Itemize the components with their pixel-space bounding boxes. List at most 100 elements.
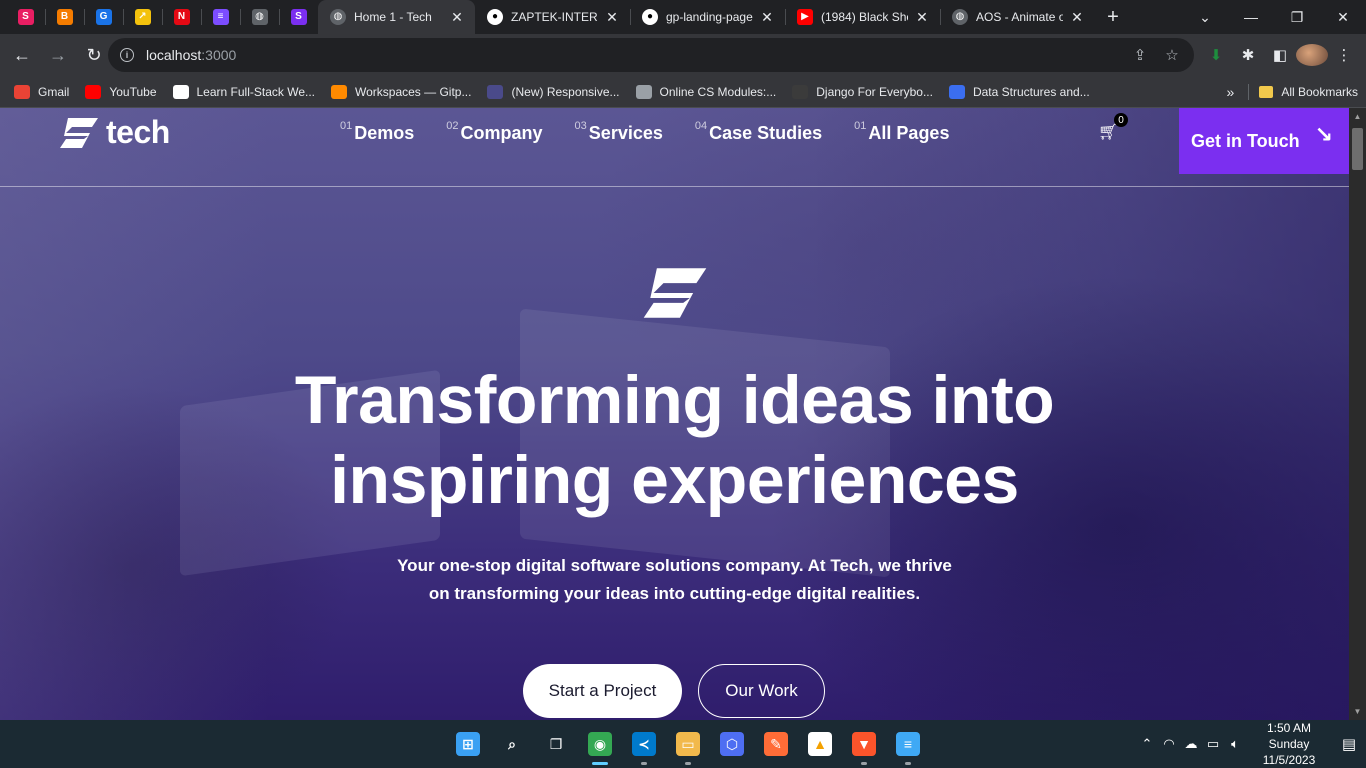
bookmark-item[interactable]: Learn Full-Stack We... (165, 78, 324, 106)
pinned-tab[interactable]: ◍ (240, 0, 279, 34)
github-icon: ● (642, 9, 658, 25)
vscode-icon[interactable]: ≺ (622, 720, 666, 768)
system-tray: ⌃ ◠ ☁ ▭ 🔈︎ 1:50 AM Sunday 11/5/2023 ▤ (1136, 720, 1366, 768)
window-controls: ⌄ — ❐ ✕ (1182, 0, 1366, 34)
battery-icon[interactable]: ▭ (1202, 736, 1224, 752)
scroll-thumb[interactable] (1352, 128, 1363, 170)
bookmark-star-icon[interactable]: ☆ (1156, 46, 1188, 64)
bookmark-item[interactable]: Django For Everybo... (784, 78, 941, 106)
start-project-button[interactable]: Start a Project (523, 664, 682, 718)
chrome-web-icon: G (95, 9, 112, 25)
close-window-button[interactable]: ✕ (1320, 0, 1366, 34)
page-scrollbar[interactable]: ▲ ▼ (1349, 108, 1366, 720)
minimize-button[interactable]: — (1228, 0, 1274, 34)
side-panel-icon[interactable]: ◧ (1264, 46, 1296, 64)
close-tab-icon[interactable]: ✕ (1069, 9, 1085, 25)
bookmarks-bar: Gmail YouTube Learn Full-Stack We... Worksp… (0, 76, 1366, 108)
bookmark-item[interactable]: Online CS Modules:... (628, 78, 785, 106)
close-tab-icon[interactable]: ✕ (759, 9, 775, 25)
tab-gp-landing-page[interactable]: ● gp-landing-page ✕ (630, 0, 785, 34)
windows-start-icon[interactable]: ⊞ (446, 720, 490, 768)
postman-icon[interactable]: ✎ (754, 720, 798, 768)
firebase-icon[interactable]: ▲ (798, 720, 842, 768)
file-explorer-icon[interactable]: ▭ (666, 720, 710, 768)
tab-aos[interactable]: ◍ AOS - Animate o ✕ (940, 0, 1095, 34)
nav-company[interactable]: 02 Company (446, 120, 542, 144)
tab-home-tech[interactable]: ◍ Home 1 - Tech ✕ (318, 0, 475, 34)
reload-button[interactable]: ↻ (78, 39, 110, 71)
menu-icon[interactable]: ⋮ (1328, 46, 1360, 64)
new-tab-button[interactable]: + (1095, 0, 1131, 34)
address-bar[interactable]: i localhost:3000 ⇪ ☆ (108, 38, 1194, 72)
globe-icon: ◍ (952, 9, 968, 25)
arrow-square-icon: ↗ (134, 9, 151, 25)
clock[interactable]: 1:50 AM Sunday 11/5/2023 (1254, 720, 1324, 768)
nav-case-studies[interactable]: 04 Case Studies (695, 120, 822, 144)
profile-avatar[interactable] (1296, 44, 1328, 66)
youtube-icon: ▶ (797, 9, 813, 25)
restore-button[interactable]: ❐ (1274, 0, 1320, 34)
tab-search-icon[interactable]: ⌄ (1182, 0, 1228, 34)
tab-zaptek-intern[interactable]: ● ZAPTEK-INTERN ✕ (475, 0, 630, 34)
bookmark-item[interactable]: (New) Responsive... (479, 78, 627, 106)
site-info-icon[interactable]: i (120, 48, 134, 62)
tech-logo-icon: S (290, 9, 307, 25)
task-view-icon[interactable]: ❐ (534, 720, 578, 768)
pinned-tab[interactable]: ↗ (123, 0, 162, 34)
pinned-tab[interactable]: B (45, 0, 84, 34)
pinned-tab[interactable]: S (279, 0, 318, 34)
a-icon (487, 84, 504, 99)
close-tab-icon[interactable]: ✕ (604, 9, 620, 25)
notifications-icon[interactable]: ▤ (1332, 735, 1366, 753)
blogger-icon: B (56, 9, 73, 25)
volume-icon[interactable]: 🔈︎ (1224, 736, 1246, 752)
chevron-up-icon[interactable]: ⌃ (1136, 736, 1158, 752)
share-icon[interactable]: ⇪ (1124, 46, 1156, 64)
pinned-tab[interactable]: S (6, 0, 45, 34)
pinned-tab[interactable]: ≡ (201, 0, 240, 34)
cart-count-badge: 0 (1114, 113, 1128, 127)
copilot-icon[interactable]: ⬡ (710, 720, 754, 768)
windows-taskbar: ⊞ ⌕ ❐ ◉ ≺ ▭ ⬡ ✎ ▲ ▼ ≡ ⌃ ◠ ☁ ▭ 🔈︎ 1:50 AM Sunday 11… (0, 720, 1366, 768)
nav-services[interactable]: 03 Services (575, 120, 663, 144)
brave-icon[interactable]: ▼ (842, 720, 886, 768)
our-work-button[interactable]: Our Work (698, 664, 825, 718)
forward-button[interactable]: → (42, 39, 74, 71)
scroll-down-arrow[interactable]: ▼ (1349, 703, 1366, 720)
all-bookmarks-button[interactable]: All Bookmarks (1259, 78, 1358, 106)
back-button[interactable]: ← (6, 39, 38, 71)
site-logo[interactable]: tech (58, 114, 170, 151)
arrow-down-right-icon: ↘ (1314, 122, 1333, 147)
notepad-icon[interactable]: ≡ (886, 720, 930, 768)
scroll-up-arrow[interactable]: ▲ (1349, 108, 1366, 125)
close-tab-icon[interactable]: ✕ (914, 9, 930, 25)
close-tab-icon[interactable]: ✕ (449, 9, 465, 25)
s-square-icon: S (17, 9, 34, 25)
get-in-touch-button[interactable]: Get in Touch ↘ (1179, 108, 1349, 174)
url-text: localhost:3000 (146, 47, 237, 63)
bookmark-item[interactable]: Gmail (6, 78, 77, 106)
browser-tab-strip: S B G ↗ N ≡ ◍ S ◍ Home 1 - Tech ✕ ● ZAPTEK-INTE… (0, 0, 1366, 34)
nav-demos[interactable]: 01 Demos (340, 120, 414, 144)
nav-all-pages[interactable]: 01 All Pages (854, 120, 949, 144)
chrome-icon[interactable]: ◉ (578, 720, 622, 768)
extensions-area: ⬇ ✱ ◧ ⋮ (1200, 34, 1360, 76)
download-extension-icon[interactable]: ⬇ (1200, 46, 1232, 64)
list-icon: ≡ (212, 9, 229, 25)
wifi-icon[interactable]: ◠ (1158, 736, 1180, 752)
globe-icon: ◍ (330, 9, 346, 25)
tech-logo-icon (60, 117, 98, 148)
pinned-tab[interactable]: G (84, 0, 123, 34)
bookmark-item[interactable]: Data Structures and... (941, 78, 1098, 106)
more-bookmarks-icon[interactable]: » (1227, 84, 1235, 100)
main-nav: 01 Demos 02 Company 03 Services 04 Case Stud… (340, 120, 981, 144)
onedrive-icon[interactable]: ☁ (1180, 736, 1202, 752)
page-viewport: tech 01 Demos 02 Company 03 Services 04 Case… (0, 108, 1349, 720)
bookmark-item[interactable]: Workspaces — Gitp... (323, 78, 479, 106)
hero-subtitle: Your one-stop digital software solutions… (397, 556, 952, 603)
tab-youtube[interactable]: ▶ (1984) Black She ✕ (785, 0, 940, 34)
extensions-puzzle-icon[interactable]: ✱ (1232, 46, 1264, 64)
search-icon[interactable]: ⌕ (490, 720, 534, 768)
bookmark-item[interactable]: YouTube (77, 78, 164, 106)
pinned-tab[interactable]: N (162, 0, 201, 34)
